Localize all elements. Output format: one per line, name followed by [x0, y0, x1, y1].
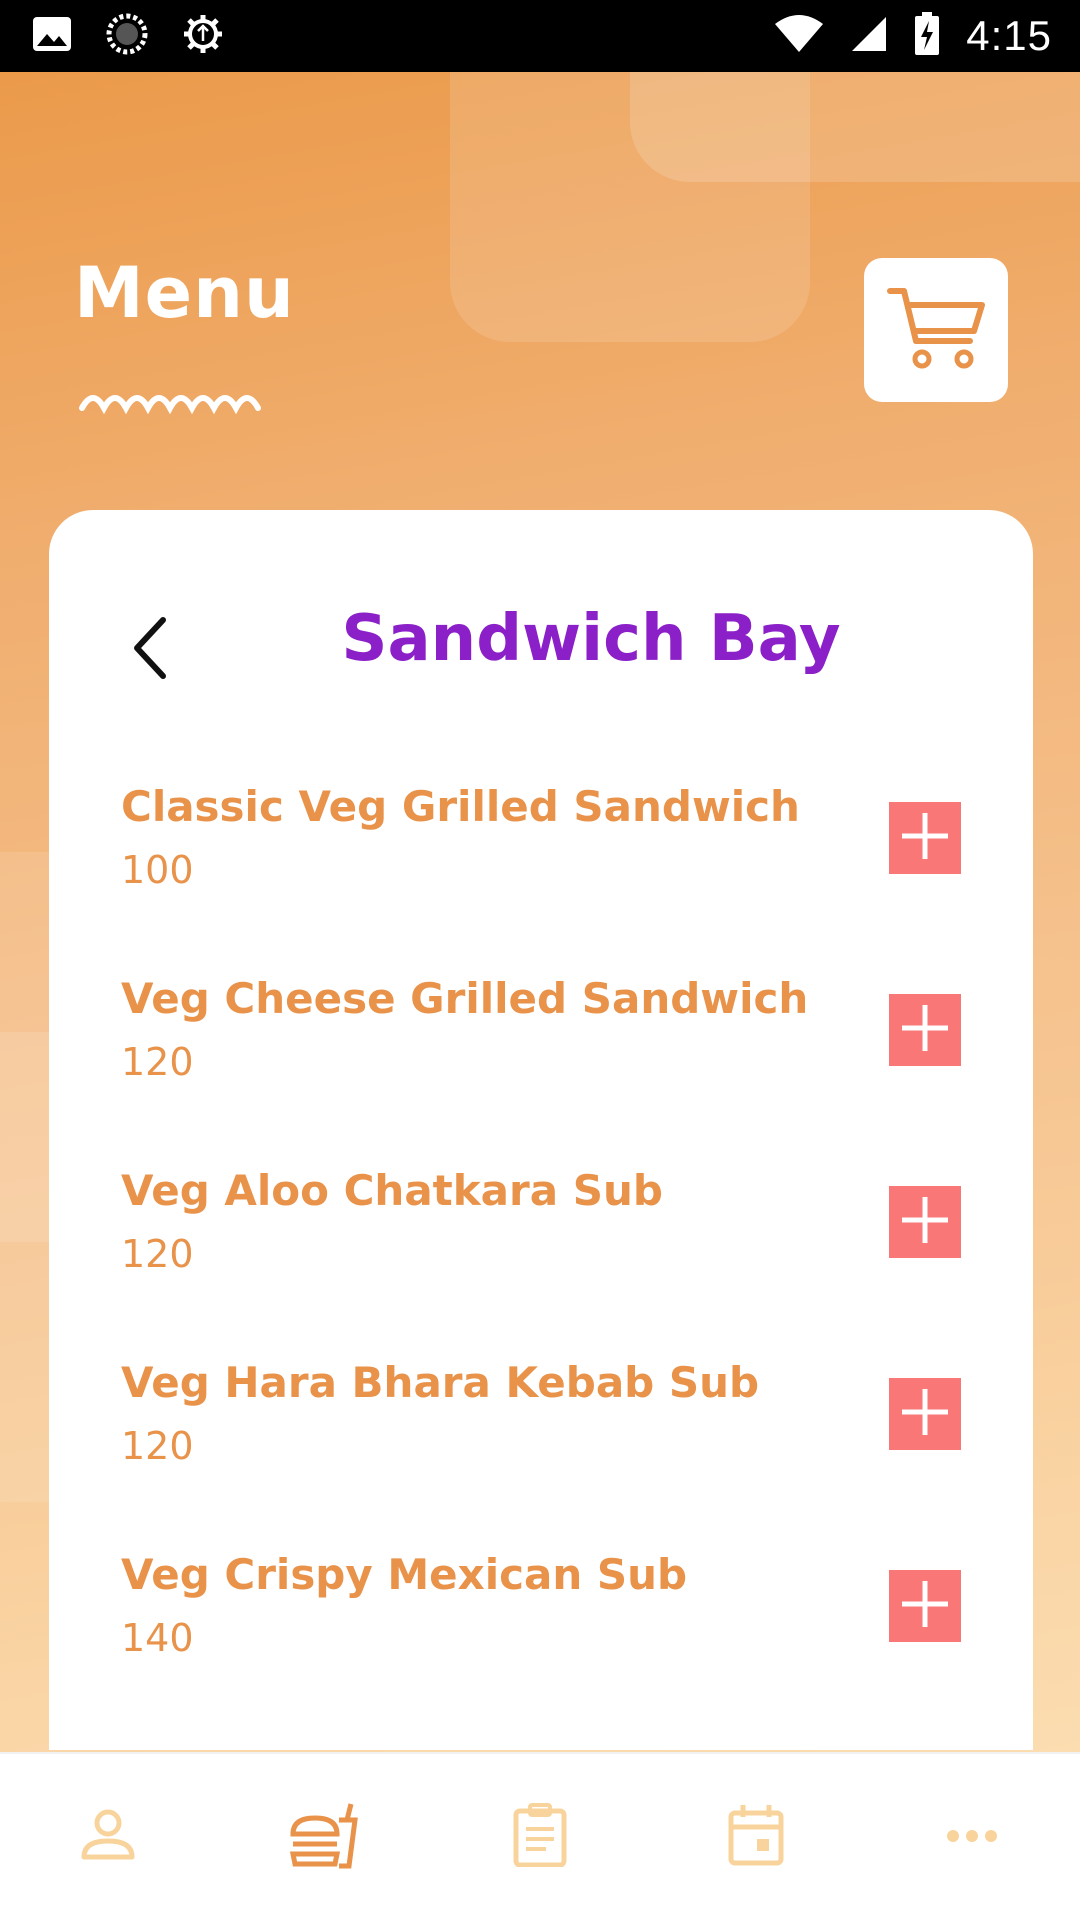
item-name: Veg Cheese Grilled Sandwich	[121, 974, 809, 1023]
nav-food[interactable]	[254, 1777, 394, 1897]
nav-profile[interactable]	[38, 1777, 178, 1897]
battery-icon	[914, 12, 940, 60]
cart-icon	[886, 283, 986, 377]
nav-orders[interactable]	[470, 1777, 610, 1897]
item-price: 120	[121, 1424, 194, 1468]
plus-icon	[900, 1387, 950, 1441]
decorative-shape	[630, 72, 1080, 182]
food-icon	[289, 1800, 359, 1874]
calendar-icon	[727, 1803, 785, 1871]
image-icon	[32, 16, 72, 56]
add-button[interactable]	[889, 1378, 961, 1450]
cart-button[interactable]	[864, 258, 1008, 402]
orders-icon	[512, 1803, 568, 1871]
list-item: Veg Aloo Chatkara Sub 120	[49, 1166, 1033, 1358]
plus-icon	[900, 1579, 950, 1633]
profile-icon	[80, 1809, 136, 1865]
item-name: Veg Crispy Mexican Sub	[121, 1550, 688, 1599]
add-button[interactable]	[889, 994, 961, 1066]
plus-icon	[900, 811, 950, 865]
menu-list: Classic Veg Grilled Sandwich 100 Veg Che…	[49, 782, 1033, 1742]
status-right: 4:15	[774, 12, 1052, 60]
menu-card: Sandwich Bay Classic Veg Grilled Sandwic…	[49, 510, 1033, 1750]
signal-icon	[850, 15, 888, 57]
plus-icon	[900, 1195, 950, 1249]
list-item: Veg Cheese Grilled Sandwich 120	[49, 974, 1033, 1166]
category-title: Sandwich Bay	[341, 602, 841, 676]
squiggle-decoration	[79, 395, 261, 415]
loading-icon	[106, 13, 148, 59]
settings-icon	[182, 13, 224, 59]
status-bar: 4:15	[0, 0, 1080, 72]
item-name: Veg Hara Bhara Kebab Sub	[121, 1358, 760, 1407]
more-icon	[946, 1828, 998, 1847]
item-price: 120	[121, 1232, 194, 1276]
wifi-icon	[774, 14, 824, 58]
item-price: 120	[121, 1040, 194, 1084]
list-item: Veg Crispy Mexican Sub 140	[49, 1550, 1033, 1742]
add-button[interactable]	[889, 802, 961, 874]
nav-calendar[interactable]	[686, 1777, 826, 1897]
item-price: 140	[121, 1616, 194, 1660]
add-button[interactable]	[889, 1186, 961, 1258]
list-item: Classic Veg Grilled Sandwich 100	[49, 782, 1033, 974]
nav-more[interactable]	[902, 1777, 1042, 1897]
add-button[interactable]	[889, 1570, 961, 1642]
status-time: 4:15	[966, 12, 1052, 59]
list-item: Veg Hara Bhara Kebab Sub 120	[49, 1358, 1033, 1550]
status-left	[32, 13, 224, 59]
item-price: 100	[121, 848, 194, 892]
item-name: Veg Aloo Chatkara Sub	[121, 1166, 663, 1215]
plus-icon	[900, 1003, 950, 1057]
item-name: Classic Veg Grilled Sandwich	[121, 782, 800, 831]
page-title: Menu	[74, 252, 295, 334]
decorative-shape	[0, 1032, 50, 1242]
bottom-nav	[0, 1752, 1080, 1920]
